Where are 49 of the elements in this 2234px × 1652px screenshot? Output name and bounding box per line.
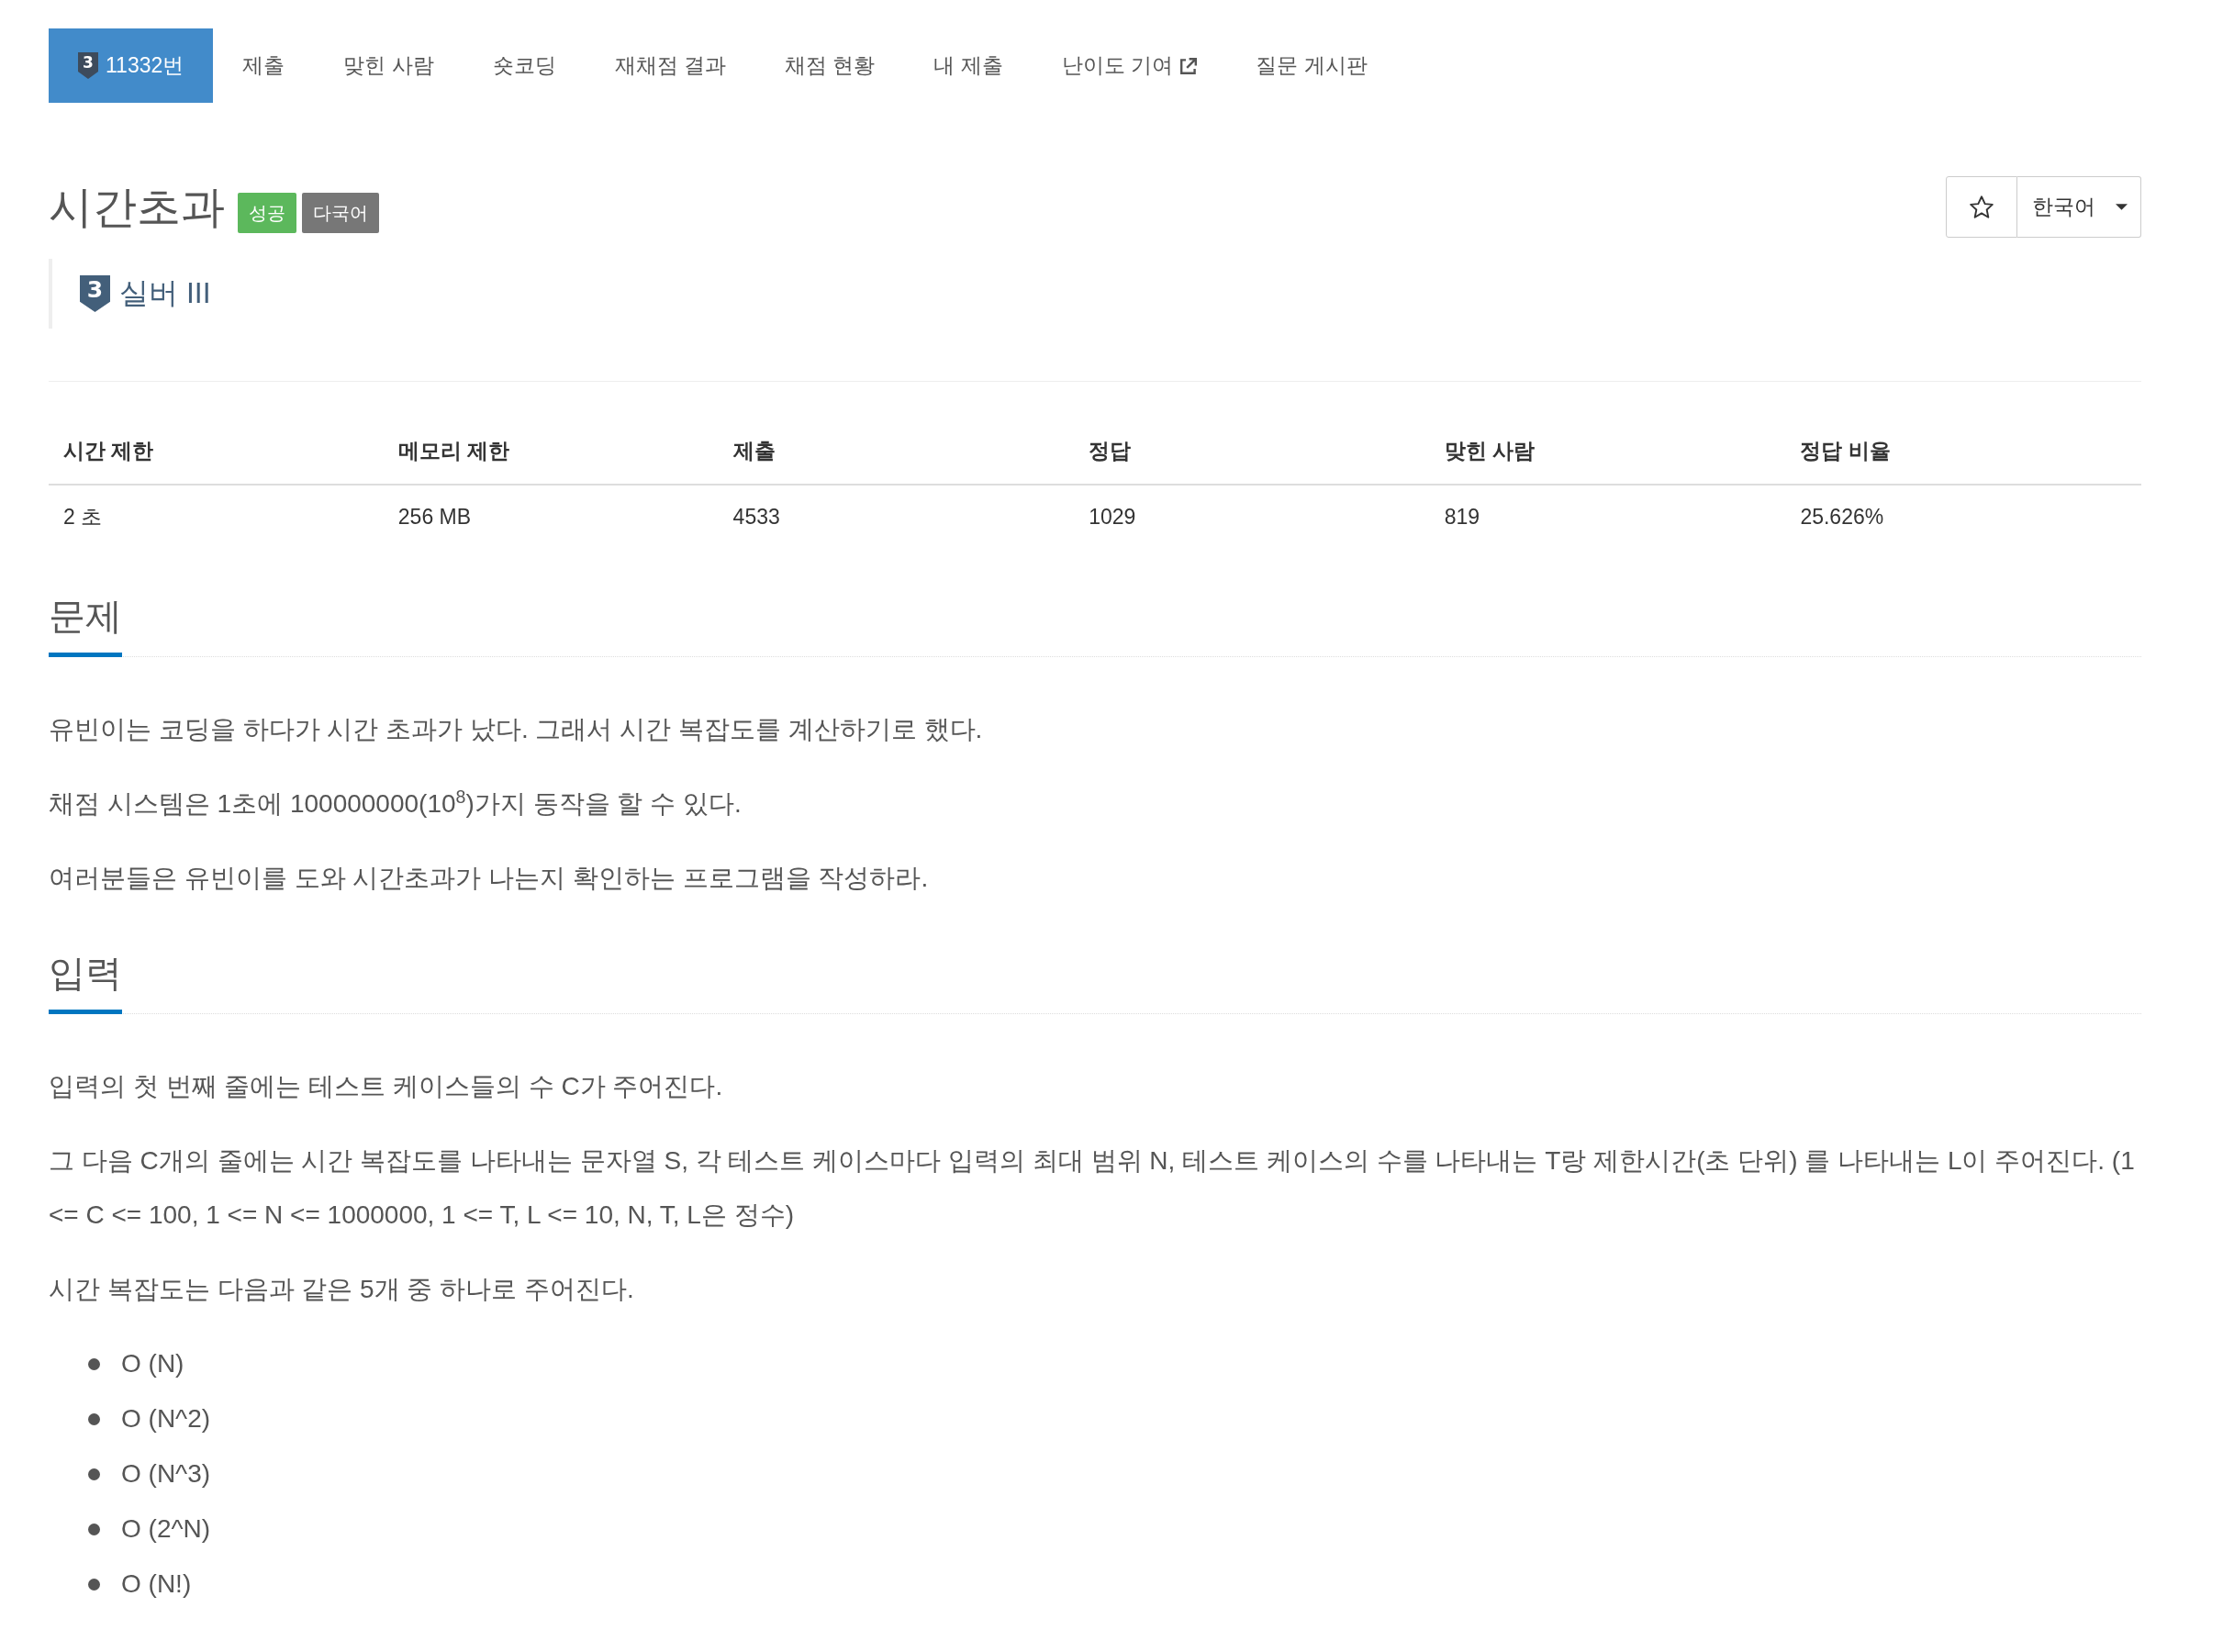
tier-link[interactable]: 실버 III [119, 273, 211, 314]
table-cell: 819 [1429, 485, 1786, 548]
list-item: O (2^N) [121, 1514, 211, 1544]
column-header: 정답 [1074, 418, 1430, 485]
nav-tab[interactable]: 숏코딩 [463, 28, 586, 103]
paragraph: 입력의 첫 번째 줄에는 테스트 케이스들의 수 C가 주어진다. [49, 1071, 724, 1102]
nav-tab[interactable]: 내 제출 [904, 28, 1033, 103]
bullet-icon [88, 1468, 100, 1480]
list-item: O (N) [121, 1349, 184, 1379]
status-label: 다국어 [302, 192, 379, 233]
bullet-icon [88, 1357, 100, 1370]
column-header: 메모리 제한 [383, 418, 719, 485]
table-cell: 25.626% [1785, 485, 2141, 548]
bullet-icon [88, 1412, 100, 1425]
nav-tab[interactable]: 맞힌 사람 [314, 28, 464, 103]
paragraph: 여러분들은 유빈이를 도와 시간초과가 나는지 확인하는 프로그램을 작성하라. [49, 863, 930, 894]
table-cell: 4533 [718, 485, 1075, 548]
nav-tab[interactable]: 채점 현황 [755, 28, 905, 103]
column-header: 시간 제한 [49, 418, 384, 485]
column-header: 맞힌 사람 [1429, 418, 1786, 485]
bullet-icon [88, 1578, 100, 1591]
table-cell: 1029 [1074, 485, 1430, 548]
nav-tab[interactable]: 재채점 결과 [585, 28, 756, 103]
problem-tab[interactable]: 3 11332번 [49, 28, 214, 103]
external-link-icon [1180, 57, 1198, 74]
favorite-button[interactable] [1946, 176, 2017, 238]
status-label: 성공 [238, 192, 296, 233]
problem-title: 시간초과 [49, 182, 225, 233]
tier-shield: 3 [78, 52, 98, 79]
tier-shield: 3 [80, 275, 110, 312]
nav-tab[interactable]: 질문 게시판 [1226, 28, 1397, 103]
list-item: O (N^3) [121, 1459, 211, 1489]
table-cell: 2 초 [49, 485, 384, 548]
nav-tab[interactable]: 제출 [213, 28, 315, 103]
column-header: 정답 비율 [1785, 418, 2141, 485]
paragraph: 그 다음 C개의 줄에는 시간 복잡도를 나타내는 문자열 S, 각 테스트 케이스마다 입력의 최대 범위 N, 테스트 케이스의 수를 나타내는 T랑 제한시간(초 단위) 를 나타내는 L이 주어진다. (1 <= C <= 100, 1 <= N <= 1000000, 1 <= T, L <= 10, N, T, L은 정수) [49, 1145, 2136, 1231]
language-select[interactable]: 한국어 [2017, 176, 2141, 238]
caret-icon [2116, 204, 2128, 210]
column-header: 제출 [718, 418, 1075, 485]
table-cell: 256 MB [383, 485, 719, 548]
paragraph: 채점 시스템은 1초에 100000000(10$^{8}$)가지 동작을 할 수 있다. [49, 785, 743, 820]
section-title: 문제 [49, 590, 122, 657]
nav-tab[interactable]: 난이도 기여 [1032, 28, 1227, 103]
list-item: O (N!) [121, 1569, 192, 1599]
paragraph: 시간 복잡도는 다음과 같은 5개 중 하나로 주어진다. [49, 1274, 635, 1305]
bullet-icon [88, 1523, 100, 1535]
list-item: O (N^2) [121, 1404, 211, 1434]
paragraph: 유빈이는 코딩을 하다가 시간 초과가 났다. 그래서 시간 복잡도를 계산하기로 했다. [49, 714, 984, 745]
section-title: 입력 [49, 947, 122, 1014]
